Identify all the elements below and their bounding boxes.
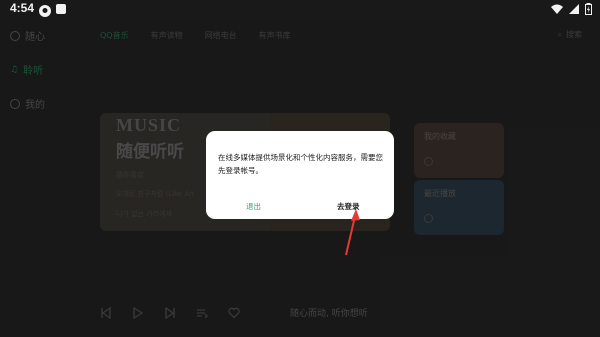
login-dialog: 在线多媒体提供场景化和个性化内容服务，需要您先登录帐号。 退出 去登录 (206, 131, 394, 219)
exit-button[interactable]: 退出 (246, 201, 261, 212)
dialog-message: 在线多媒体提供场景化和个性化内容服务，需要您先登录帐号。 (218, 153, 383, 175)
go-login-button[interactable]: 去登录 (337, 201, 360, 212)
